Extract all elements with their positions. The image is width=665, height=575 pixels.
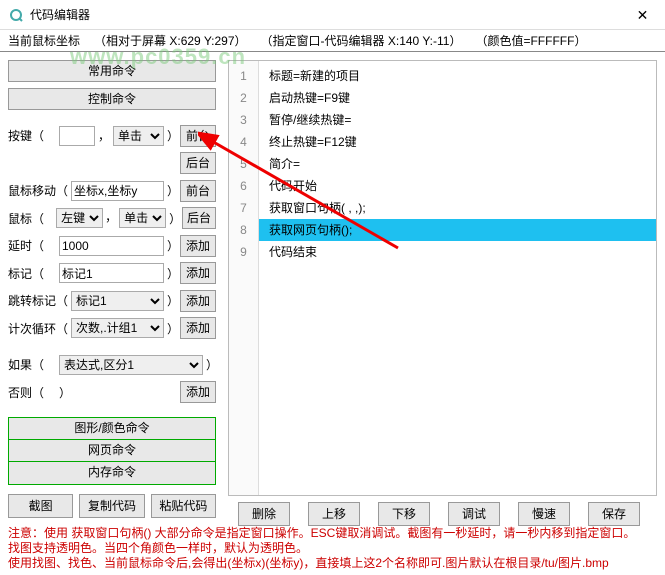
mem-cmd-button[interactable]: 内存命令 — [9, 462, 215, 484]
code-line[interactable]: 获取网页句柄(); — [259, 219, 656, 241]
mark-input[interactable] — [59, 263, 164, 283]
mark-add-button[interactable]: 添加 — [180, 262, 216, 284]
loop-label: 计次循环（ — [8, 320, 68, 337]
status-window: （指定窗口-代码编辑器 X:140 Y:-11） — [261, 32, 462, 49]
code-line[interactable]: 终止热键=F12键 — [259, 131, 656, 153]
code-line[interactable]: 获取窗口句柄( , ,); — [259, 197, 656, 219]
mouse-background-button[interactable]: 后台 — [182, 207, 216, 229]
mouse-move-input[interactable] — [71, 181, 164, 201]
status-bar: 当前鼠标坐标 （相对于屏幕 X:629 Y:297） （指定窗口-代码编辑器 X… — [0, 30, 665, 52]
line-gutter: 123456789 — [229, 61, 259, 495]
code-line[interactable]: 暂停/继续热键= — [259, 109, 656, 131]
titlebar: 代码编辑器 ✕ — [0, 0, 665, 30]
save-button[interactable]: 保存 — [588, 502, 640, 526]
mouse-click-select[interactable]: 单击 — [119, 208, 166, 228]
footer-notes: 注意：使用 获取窗口句柄() 大部分命令是指定窗口操作。ESC键取消调试。截图有… — [0, 522, 665, 575]
loop-select[interactable]: 次数,.计组1 — [71, 318, 164, 338]
debug-button[interactable]: 调试 — [448, 502, 500, 526]
else-label: 否则（ — [8, 384, 56, 401]
delay-input[interactable] — [59, 236, 164, 256]
key-input[interactable] — [59, 126, 95, 146]
up-button[interactable]: 上移 — [308, 502, 360, 526]
key-foreground-button[interactable]: 前台 — [180, 125, 216, 147]
control-cmd-button[interactable]: 控制命令 — [8, 88, 216, 110]
paste-code-button[interactable]: 粘贴代码 — [151, 494, 216, 518]
mouse-move-foreground-button[interactable]: 前台 — [180, 180, 216, 202]
web-cmd-button[interactable]: 网页命令 — [9, 440, 215, 462]
mouse-move-label: 鼠标移动（ — [8, 182, 68, 199]
app-icon — [8, 7, 24, 23]
down-button[interactable]: 下移 — [378, 502, 430, 526]
status-label: 当前鼠标坐标 — [8, 32, 80, 49]
code-line[interactable]: 启动热键=F9键 — [259, 87, 656, 109]
jump-add-button[interactable]: 添加 — [180, 290, 216, 312]
if-add-button[interactable]: 添加 — [180, 381, 216, 403]
delete-button[interactable]: 删除 — [238, 502, 290, 526]
key-label: 按键（ — [8, 127, 56, 144]
code-lines[interactable]: 标题=新建的项目启动热键=F9键暂停/继续热键=终止热键=F12键简介=代码开始… — [259, 61, 656, 495]
slow-button[interactable]: 慢速 — [518, 502, 570, 526]
screenshot-button[interactable]: 截图 — [8, 494, 73, 518]
close-button[interactable]: ✕ — [620, 0, 665, 30]
footer-line2: 找图支持透明色。当四个角颜色一样时，默认为透明色。 — [8, 541, 657, 556]
footer-line1: 注意：使用 获取窗口句柄() 大部分命令是指定窗口操作。ESC键取消调试。截图有… — [8, 526, 657, 541]
code-line[interactable]: 代码开始 — [259, 175, 656, 197]
code-line[interactable]: 标题=新建的项目 — [259, 65, 656, 87]
code-line[interactable]: 简介= — [259, 153, 656, 175]
jump-select[interactable]: 标记1 — [71, 291, 164, 311]
mouse-btn-select[interactable]: 左键 — [56, 208, 103, 228]
delay-add-button[interactable]: 添加 — [180, 235, 216, 257]
shape-cmd-button[interactable]: 图形/颜色命令 — [9, 418, 215, 440]
copy-code-button[interactable]: 复制代码 — [79, 494, 144, 518]
status-screen: （相对于屏幕 X:629 Y:297） — [94, 32, 247, 49]
common-cmd-button[interactable]: 常用命令 — [8, 60, 216, 82]
status-color: （颜色值=FFFFFF） — [475, 32, 586, 49]
mouse-label: 鼠标（ — [8, 210, 53, 227]
key-background-button[interactable]: 后台 — [180, 152, 216, 174]
window-title: 代码编辑器 — [30, 6, 90, 23]
category-group: 图形/颜色命令 网页命令 内存命令 — [8, 417, 216, 485]
left-panel: 常用命令 控制命令 按键（ ， 单击 ） 前台 后台 鼠标移动（ ） 前台 鼠标… — [0, 52, 224, 522]
code-editor[interactable]: 123456789 标题=新建的项目启动热键=F9键暂停/继续热键=终止热键=F… — [228, 60, 657, 496]
if-label: 如果（ — [8, 356, 56, 373]
delay-label: 延时（ — [8, 237, 56, 254]
code-line[interactable]: 代码结束 — [259, 241, 656, 263]
key-click-select[interactable]: 单击 — [113, 126, 164, 146]
right-panel: 123456789 标题=新建的项目启动热键=F9键暂停/继续热键=终止热键=F… — [224, 52, 665, 522]
jump-label: 跳转标记（ — [8, 292, 68, 309]
loop-add-button[interactable]: 添加 — [180, 317, 216, 339]
mark-label: 标记（ — [8, 265, 56, 282]
if-select[interactable]: 表达式,区分1 — [59, 355, 203, 375]
footer-line3: 使用找图、找色、当前鼠标命令后,会得出(坐标x)(坐标y)，直接填上这2个名称即… — [8, 556, 657, 571]
